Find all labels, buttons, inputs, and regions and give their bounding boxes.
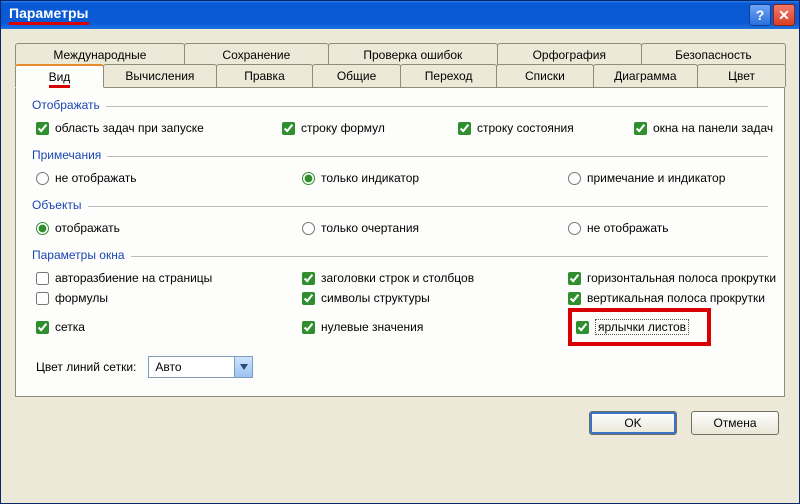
tab-transition[interactable]: Переход	[400, 64, 497, 87]
group-display: Отображать	[32, 98, 768, 112]
checkbox-headers[interactable]: заголовки строк и столбцов	[302, 268, 562, 288]
tab-edit[interactable]: Правка	[216, 64, 313, 87]
objects-options-row: отображать только очертания не отображат…	[36, 218, 768, 238]
tab-international[interactable]: Международные	[15, 43, 185, 65]
tab-row-2: Вид Вычисления Правка Общие Переход Спис…	[15, 65, 785, 87]
titlebar[interactable]: Параметры ? ✕	[1, 1, 799, 29]
ok-button[interactable]: OK	[589, 411, 677, 435]
radio-comments-full[interactable]: примечание и индикатор	[568, 168, 800, 188]
tab-calculation[interactable]: Вычисления	[103, 64, 217, 87]
tabs-container: Международные Сохранение Проверка ошибок…	[1, 29, 799, 397]
checkbox-zeros[interactable]: нулевые значения	[302, 317, 562, 337]
gridline-color-label: Цвет линий сетки:	[36, 360, 136, 374]
display-options-row: область задач при запуске строку формул …	[36, 118, 768, 138]
radio-objects-hide[interactable]: не отображать	[568, 218, 800, 238]
tab-general[interactable]: Общие	[312, 64, 401, 87]
group-objects: Объекты	[32, 198, 768, 212]
checkbox-hscroll[interactable]: горизонтальная полоса прокрутки	[568, 268, 800, 288]
cancel-button[interactable]: Отмена	[691, 411, 779, 435]
dialog-button-row: OK Отмена	[1, 397, 799, 435]
checkbox-formula-bar[interactable]: строку формул	[282, 118, 452, 138]
tab-spelling[interactable]: Орфография	[497, 43, 642, 65]
tab-row-1: Международные Сохранение Проверка ошибок…	[15, 43, 785, 65]
comments-options-row: не отображать только индикатор примечани…	[36, 168, 768, 188]
group-window-options: Параметры окна	[32, 248, 768, 262]
gridline-color-dropdown[interactable]: Авто	[148, 356, 253, 378]
tab-panel-view: Отображать область задач при запуске стр…	[15, 87, 785, 397]
checkbox-taskpane[interactable]: область задач при запуске	[36, 118, 276, 138]
window-options-row-2: формулы символы структуры вертикальная п…	[36, 288, 768, 308]
tab-chart[interactable]: Диаграмма	[593, 64, 699, 87]
gridline-color-row: Цвет линий сетки: Авто	[36, 356, 768, 378]
radio-comments-indicator[interactable]: только индикатор	[302, 168, 562, 188]
help-button[interactable]: ?	[749, 4, 771, 26]
checkbox-outline[interactable]: символы структуры	[302, 288, 562, 308]
window-title: Параметры	[9, 5, 89, 25]
options-dialog: Параметры ? ✕ Международные Сохранение П…	[0, 0, 800, 504]
tab-lists[interactable]: Списки	[496, 64, 593, 87]
checkbox-formulas[interactable]: формулы	[36, 288, 296, 308]
tab-save[interactable]: Сохранение	[184, 43, 329, 65]
checkbox-sheet-tabs[interactable]: ярлычки листов	[576, 316, 689, 338]
tab-view[interactable]: Вид	[15, 64, 104, 88]
radio-comments-none[interactable]: не отображать	[36, 168, 296, 188]
tab-security[interactable]: Безопасность	[641, 43, 786, 65]
checkbox-taskbar-windows[interactable]: окна на панели задач	[634, 118, 800, 138]
highlight-sheet-tabs: ярлычки листов	[568, 308, 711, 346]
chevron-down-icon	[234, 357, 252, 377]
close-button[interactable]: ✕	[773, 4, 795, 26]
window-options-row-3: сетка нулевые значения ярлычки листов	[36, 308, 768, 346]
window-options-row-1: авторазбиение на страницы заголовки стро…	[36, 268, 768, 288]
group-comments: Примечания	[32, 148, 768, 162]
checkbox-status-bar[interactable]: строку состояния	[458, 118, 628, 138]
checkbox-gridlines[interactable]: сетка	[36, 317, 296, 337]
tab-color[interactable]: Цвет	[697, 64, 786, 87]
radio-objects-placeholders[interactable]: только очертания	[302, 218, 562, 238]
radio-objects-show[interactable]: отображать	[36, 218, 296, 238]
checkbox-page-breaks[interactable]: авторазбиение на страницы	[36, 268, 296, 288]
tab-error-checking[interactable]: Проверка ошибок	[328, 43, 498, 65]
checkbox-vscroll[interactable]: вертикальная полоса прокрутки	[568, 288, 800, 308]
